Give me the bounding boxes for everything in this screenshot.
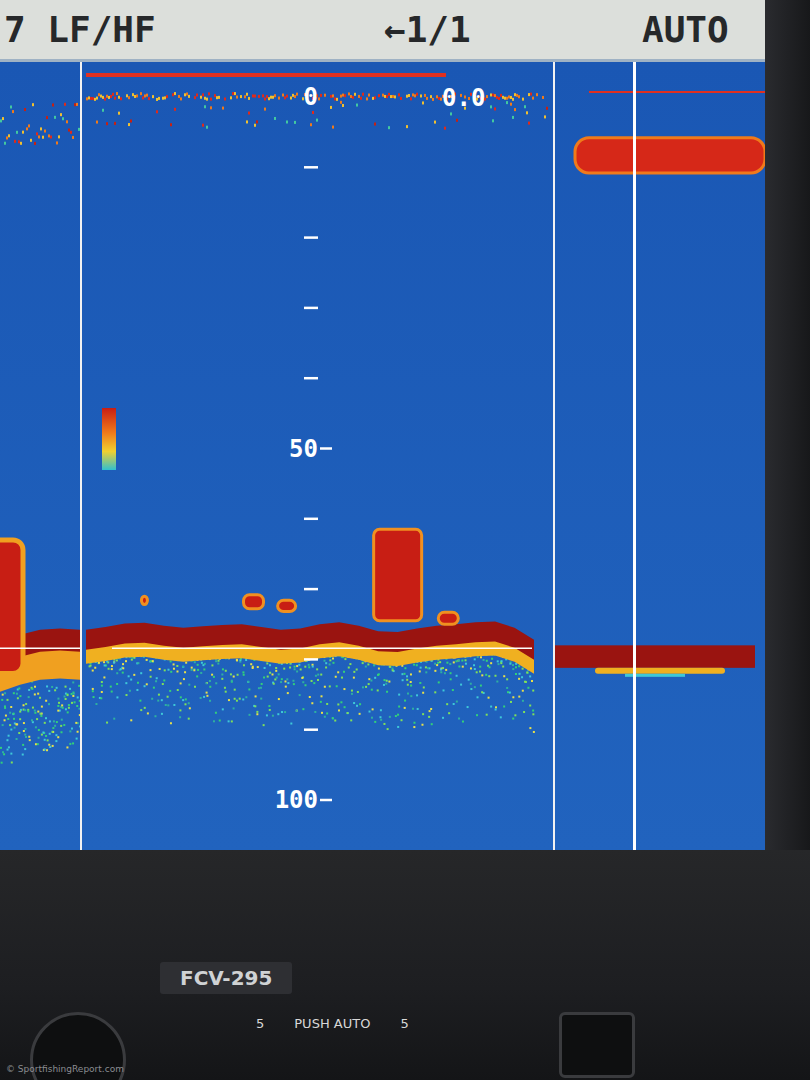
header-bar: 7 LF/HF ←1/1 AUTO: [0, 0, 765, 62]
depth-tick: [304, 658, 318, 661]
history-echogram: [0, 62, 80, 850]
controls-row: 5 PUSH AUTO 5: [30, 1012, 635, 1072]
main-echogram: 0 50 100 0.0: [82, 62, 553, 850]
depth-readout: 0.0: [442, 84, 485, 112]
depth-label: 0: [304, 83, 318, 111]
control-label: 5: [256, 1012, 264, 1031]
pane-divider: [80, 62, 82, 850]
a-scope: [555, 62, 765, 850]
model-plate: FCV-295: [160, 962, 292, 994]
fish-mark: [244, 595, 264, 609]
echogram-panes: 0 50 100 0.0: [0, 62, 765, 850]
fish-finder-photo: 7 LF/HF ←1/1 AUTO 0 50 100 0.0 FCV-295 5 PUS…: [0, 0, 810, 1080]
gain-mode: AUTO: [638, 9, 765, 50]
depth-tick: [304, 307, 318, 310]
depth-tick: [304, 236, 318, 239]
depth-tick: [304, 377, 318, 380]
sonar-screen: 7 LF/HF ←1/1 AUTO 0 50 100 0.0: [0, 0, 765, 850]
depth-tick: [304, 588, 318, 591]
depth-tick: [304, 518, 318, 521]
control-label: PUSH AUTO: [294, 1012, 370, 1031]
depth-marker-line: [112, 647, 532, 649]
depth-label: 100: [275, 786, 318, 814]
device-bezel: FCV-295 5 PUSH AUTO 5 © SportfishingReport…: [0, 850, 810, 1080]
page-indicator[interactable]: ←1/1: [380, 9, 638, 50]
history-pane: [0, 62, 80, 850]
pane-divider: [553, 62, 555, 850]
fish-mark: [374, 529, 422, 620]
fish-mark: [278, 600, 296, 611]
a-scope-pane: [555, 62, 765, 850]
side-bezel: [765, 0, 810, 850]
echo-mark: [0, 540, 23, 674]
fish-mark: [438, 612, 458, 624]
depth-label: 50: [289, 435, 318, 463]
right-button[interactable]: [559, 1012, 635, 1078]
surface-return: [575, 138, 765, 173]
depth-tick: [304, 728, 318, 731]
watermark: © SportfishingReport.com: [6, 1064, 124, 1074]
color-scale: [102, 408, 116, 470]
main-echogram-pane: 0 50 100 0.0: [82, 62, 553, 850]
bottom-return: [555, 645, 755, 667]
depth-tick: [304, 166, 318, 169]
control-label: 5: [400, 1012, 408, 1031]
fish-mark: [141, 596, 147, 604]
frequency-mode: 7 LF/HF: [0, 9, 380, 50]
